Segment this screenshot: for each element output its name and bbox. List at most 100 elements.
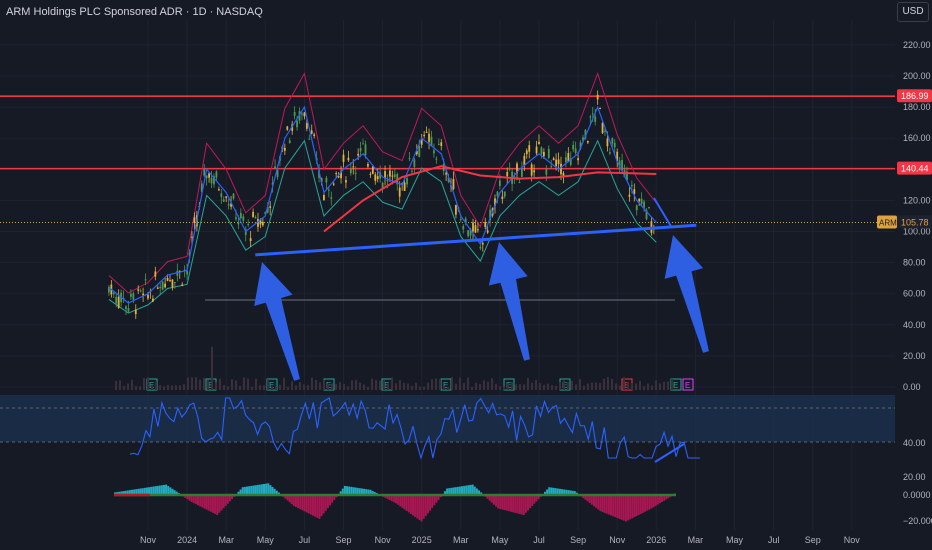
volume-bar	[227, 386, 229, 390]
candle-body	[261, 221, 264, 226]
candle-body	[354, 172, 357, 174]
x-tick-label: Jul	[533, 535, 545, 545]
candle-body	[369, 173, 372, 175]
volume-bar	[423, 386, 425, 390]
candle-body	[181, 284, 184, 286]
volume-bar	[411, 385, 413, 390]
price-chart[interactable]: 20.0040.0060.0080.00100.00120.00140.0016…	[0, 0, 932, 550]
candle-body	[325, 177, 328, 183]
volume-bar	[659, 383, 661, 390]
volume-bar	[667, 381, 669, 390]
volume-bar	[647, 383, 649, 390]
volume-bar	[331, 383, 333, 390]
histogram-bar	[516, 495, 519, 514]
candle-body	[166, 277, 169, 281]
volume-bar	[155, 381, 157, 390]
histogram-bar	[599, 495, 602, 512]
candle-body	[127, 308, 130, 312]
histogram-bar	[592, 495, 595, 507]
candle-body	[481, 242, 484, 245]
histogram-bar	[618, 495, 621, 519]
histogram-bar	[529, 495, 532, 509]
volume-bar	[531, 382, 533, 390]
candle-body	[545, 169, 548, 175]
currency-button[interactable]: USD	[897, 2, 929, 22]
volume-bar	[495, 383, 497, 390]
candle-body	[535, 146, 538, 154]
candle-body	[357, 153, 360, 156]
volume-bar	[427, 382, 429, 390]
histogram-bar	[624, 495, 627, 522]
histogram-bar	[301, 495, 304, 511]
volume-bar	[391, 377, 393, 390]
candle-body	[164, 283, 167, 288]
volume-bar	[139, 386, 141, 390]
volume-bar	[463, 383, 465, 390]
histogram-bar	[612, 495, 615, 517]
volume-bar	[547, 383, 549, 390]
candle-body	[462, 226, 465, 230]
candle-body	[635, 205, 638, 211]
histogram-bar	[492, 495, 495, 505]
volume-bar	[511, 381, 513, 390]
histogram-bar	[426, 495, 429, 514]
x-tick-label: Nov	[140, 535, 157, 545]
histogram-bar	[397, 495, 400, 505]
candle-body	[391, 175, 394, 177]
candle-body	[147, 294, 149, 299]
candle-body	[428, 133, 430, 142]
volume-bar	[143, 378, 145, 390]
volume-bar	[587, 383, 589, 390]
histogram-bar	[656, 495, 659, 505]
candle-body	[611, 138, 614, 144]
volume-bar	[515, 384, 517, 390]
volume-bar	[459, 377, 461, 390]
volume-bar	[663, 381, 665, 390]
candle-body	[411, 170, 413, 172]
volume-bar	[415, 382, 417, 390]
candle-body	[335, 173, 338, 175]
volume-bar	[207, 380, 209, 390]
histogram-bar	[322, 495, 325, 514]
candle-body	[220, 193, 223, 197]
candle-body	[425, 131, 428, 133]
price-badge-label: 140.44	[901, 164, 929, 174]
volume-bar	[619, 385, 621, 390]
candle-body	[239, 212, 242, 219]
candle-body	[191, 236, 193, 238]
histogram-bar	[412, 495, 415, 516]
histogram-bar	[431, 495, 434, 508]
histogram-bar	[318, 495, 321, 519]
histogram-bar	[639, 495, 642, 514]
histogram-bar	[297, 495, 300, 509]
volume-bar	[151, 385, 153, 390]
volume-bar	[599, 383, 601, 390]
volume-bar	[267, 379, 269, 390]
volume-bar	[367, 386, 369, 390]
volume-bar	[499, 386, 501, 390]
histogram-bar	[316, 495, 319, 518]
candle-body	[564, 157, 567, 163]
candle-body	[567, 153, 570, 162]
histogram-bar	[495, 495, 498, 507]
volume-bar	[627, 382, 629, 390]
volume-bar	[467, 377, 469, 390]
candle-body	[594, 116, 597, 122]
x-tick-label: Sep	[805, 535, 821, 545]
histogram-bar	[616, 495, 619, 519]
volume-bar	[187, 377, 189, 390]
histogram-bar	[509, 495, 512, 512]
histogram-bar	[646, 495, 649, 511]
volume-bar	[475, 382, 477, 390]
candle-body	[232, 193, 235, 199]
candle-body	[599, 107, 601, 109]
histogram-bar	[209, 495, 212, 512]
volume-bar	[611, 378, 613, 390]
candle-body	[506, 171, 509, 177]
candle-body	[418, 145, 421, 157]
histogram-bar	[307, 495, 310, 514]
candle-body	[398, 187, 401, 197]
candle-body	[215, 171, 218, 178]
candle-body	[477, 229, 479, 231]
volume-bar	[635, 383, 637, 390]
